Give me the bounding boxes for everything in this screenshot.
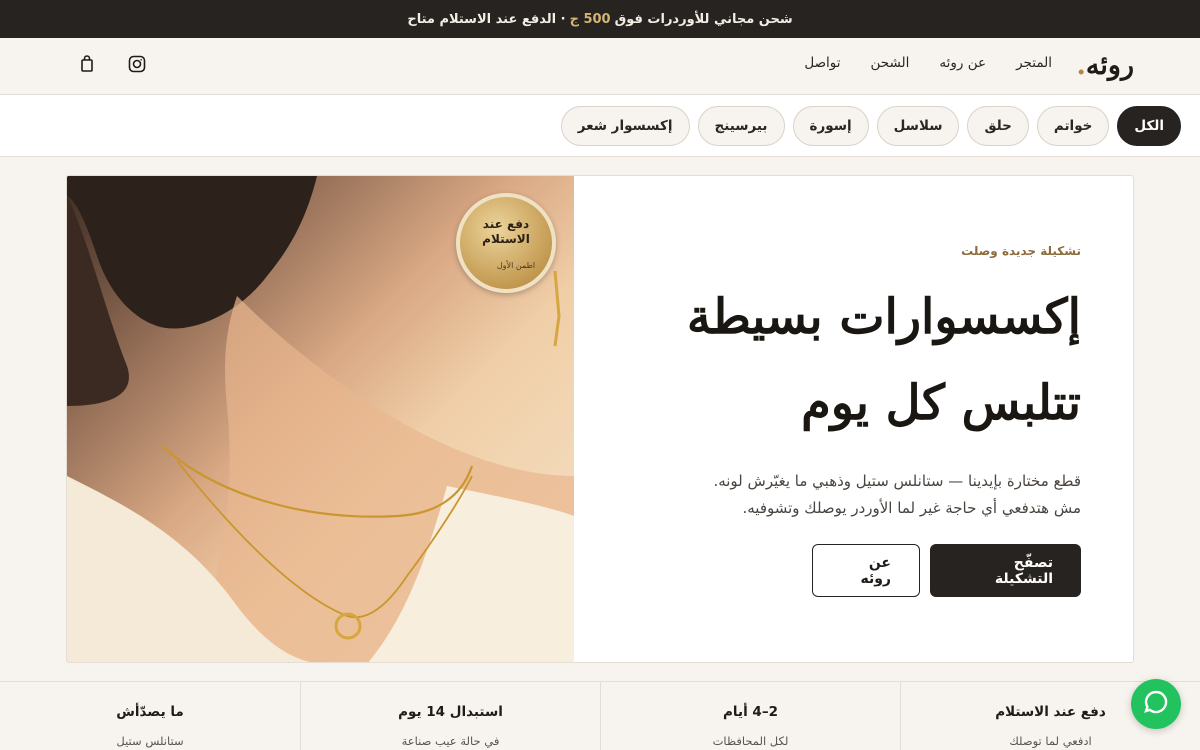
cod-badge-subtitle: اطمن الأول <box>496 260 536 270</box>
announcement-amount: 500 ج <box>569 11 611 27</box>
feature-delivery: 2–4 أيام لكل المحافظات <box>600 682 900 750</box>
category-necklaces[interactable]: سلاسل <box>876 106 960 146</box>
hero-description-line1: قطع مختارة بإيدينا — ستانلس ستيل وذهبي م… <box>713 472 1081 490</box>
feature-exchange: استبدال 14 يوم في حالة عيب صناعة <box>300 682 600 750</box>
hero-description-line2: مش هتدفعي أي حاجة غير لما الأوردر يوصلك … <box>742 499 1081 517</box>
announcement-bar: شحن مجاني للأوردرات فوق 500 ج · الدفع عن… <box>0 0 1200 38</box>
browse-collection-button[interactable]: تصفّح التشكيلة <box>930 544 1081 597</box>
category-rings[interactable]: خواتم <box>1036 106 1110 146</box>
feature-title: 2–4 أيام <box>723 704 778 720</box>
logo[interactable]: روئه. <box>1077 50 1134 82</box>
feature-title: استبدال 14 يوم <box>398 704 503 720</box>
chat-bubble-icon <box>1143 689 1169 719</box>
feature-title: ما يصدّأش <box>116 704 184 720</box>
feature-subtitle: ادفعي لما توصلك <box>1009 734 1092 748</box>
hero-eyebrow: تشكيلة جديدة وصلت <box>961 244 1081 258</box>
category-bracelets[interactable]: إسورة <box>792 106 869 146</box>
hero-actions: تصفّح التشكيلة عن روئه <box>812 544 1081 597</box>
instagram-icon[interactable] <box>128 55 146 73</box>
cod-badge-title: دفع عند الاستلام <box>482 216 530 246</box>
features-strip: دفع عند الاستلام ادفعي لما توصلك 2–4 أيا… <box>0 681 1200 750</box>
about-button[interactable]: عن روئه <box>812 544 920 597</box>
hero-description: قطع مختارة بإيدينا — ستانلس ستيل وذهبي م… <box>611 468 1081 522</box>
hero-section: دفع عند الاستلام اطمن الأول تشكيلة جديدة… <box>66 175 1134 663</box>
feature-subtitle: في حالة عيب صناعة <box>401 734 500 748</box>
hero-text: تشكيلة جديدة وصلت إكسسوارات بسيطة تتلبس … <box>611 176 1081 662</box>
site-header: روئه. المتجر عن روئه الشحن تواصل <box>0 38 1200 95</box>
nav-about[interactable]: عن روئه <box>939 55 986 71</box>
announcement-text-end: · الدفع عند الاستلام متاح <box>407 11 566 27</box>
hero-photo: دفع عند الاستلام اطمن الأول <box>67 176 574 662</box>
header-icons <box>78 55 146 73</box>
feature-subtitle: ستانلس ستيل <box>116 734 184 748</box>
category-hair-accessories[interactable]: إكسسوار شعر <box>560 106 690 146</box>
hero-headline-line2: تتلبس كل يوم <box>801 375 1081 431</box>
category-bar: الكل خواتم حلق سلاسل إسورة بيرسينج إكسسو… <box>0 95 1200 157</box>
category-all[interactable]: الكل <box>1117 106 1181 146</box>
nav-shipping[interactable]: الشحن <box>871 55 910 71</box>
category-list: الكل خواتم حلق سلاسل إسورة بيرسينج إكسسو… <box>560 106 1181 146</box>
nav-shop[interactable]: المتجر <box>1016 55 1052 71</box>
feature-subtitle: لكل المحافظات <box>712 734 789 748</box>
main-nav: المتجر عن روئه الشحن تواصل <box>804 55 1052 71</box>
cod-badge: دفع عند الاستلام اطمن الأول <box>456 193 556 293</box>
shopping-bag-icon[interactable] <box>78 55 96 73</box>
hero-headline-line1: إكسسوارات بسيطة <box>686 289 1081 345</box>
hero-headline: إكسسوارات بسيطة تتلبس كل يوم <box>611 274 1081 446</box>
announcement-text-start: شحن مجاني للأوردرات فوق <box>614 11 793 27</box>
nav-contact[interactable]: تواصل <box>804 55 840 71</box>
category-piercing[interactable]: بيرسينج <box>697 106 785 146</box>
category-earrings[interactable]: حلق <box>967 106 1029 146</box>
chat-button[interactable] <box>1131 679 1181 729</box>
feature-no-rust: ما يصدّأش ستانلس ستيل <box>0 682 300 750</box>
